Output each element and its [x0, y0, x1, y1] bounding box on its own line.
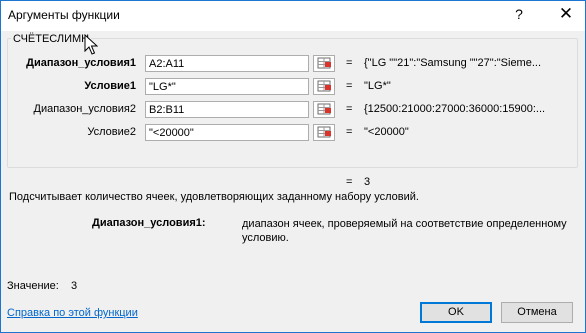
arg-value-2: "LG*"	[364, 80, 391, 92]
mouse-pointer-icon	[84, 34, 98, 55]
collapse-dialog-button-3[interactable]	[313, 101, 335, 118]
value-result: 3	[71, 280, 78, 292]
title-bar[interactable]: Аргументы функции ? ✕	[1, 1, 585, 31]
close-icon[interactable]: ✕	[558, 4, 574, 24]
arg-value-3: {12500:21000:27000:36000:15900:...	[364, 103, 546, 115]
function-help-link[interactable]: Справка по этой функции	[7, 307, 138, 319]
range-select-icon	[317, 57, 331, 69]
arg-label-3: Диапазон_условия2	[33, 103, 137, 115]
cancel-button[interactable]: Отмена	[501, 302, 573, 323]
collapse-dialog-button-4[interactable]	[313, 124, 335, 141]
arg-label-4: Условие2	[87, 126, 136, 138]
arg-label-1: Диапазон_условия1	[26, 57, 136, 69]
arg-input-1[interactable]: A2:A11	[145, 55, 309, 72]
collapse-dialog-button-1[interactable]	[313, 55, 335, 72]
value-label: Значение:	[7, 280, 59, 292]
arg-value-1: {"LG ""21":"Samsung ""27":"Sieme...	[364, 57, 542, 69]
formula-result-value: 3	[364, 176, 371, 188]
dialog-title: Аргументы функции	[8, 8, 120, 22]
arg-eq-3: =	[346, 103, 353, 115]
arg-label-2: Условие1	[84, 80, 136, 92]
function-description: Подсчитывает количество ячеек, удовлетво…	[9, 191, 419, 203]
range-select-icon	[317, 103, 331, 115]
range-select-icon	[317, 80, 331, 92]
collapse-dialog-button-2[interactable]	[313, 78, 335, 95]
ok-button[interactable]: OK	[420, 302, 492, 323]
arg-input-4[interactable]: "<20000"	[145, 124, 309, 141]
argument-description-label: Диапазон_условия1:	[92, 217, 206, 229]
argument-description-text: диапазон ячеек, проверяемый на соответст…	[242, 218, 567, 244]
function-name: СЧЁТЕСЛИМН	[11, 33, 92, 45]
arg-eq-1: =	[346, 57, 353, 69]
arg-input-2[interactable]: "LG*"	[145, 78, 309, 95]
arg-value-4: "<20000"	[364, 126, 409, 138]
arg-eq-4: =	[346, 126, 353, 138]
help-icon[interactable]: ?	[511, 6, 527, 22]
range-select-icon	[317, 126, 331, 138]
arg-eq-2: =	[346, 80, 353, 92]
arg-input-3[interactable]: B2:B11	[145, 101, 309, 118]
formula-result-eq: =	[346, 176, 353, 188]
